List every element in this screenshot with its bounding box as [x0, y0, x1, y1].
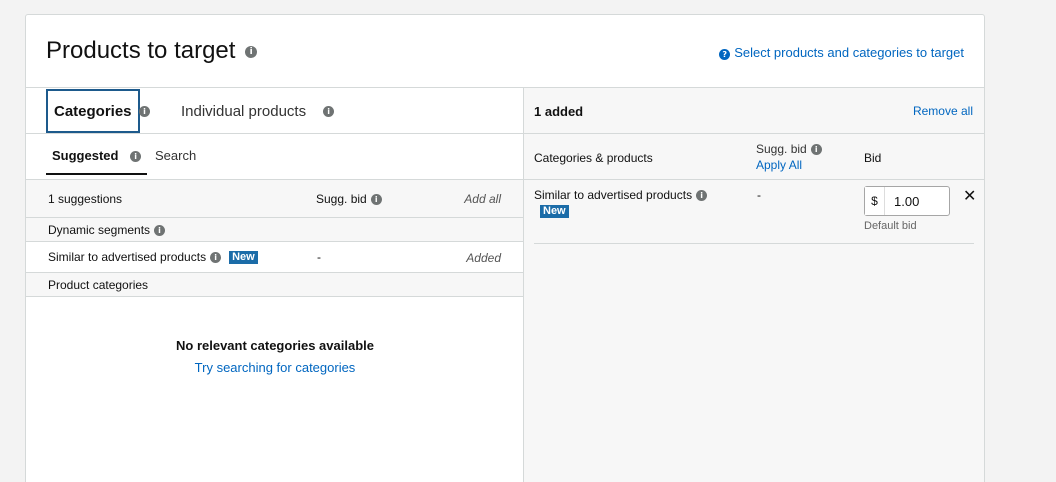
- remove-all-button[interactable]: Remove all: [913, 104, 973, 118]
- subtab-suggested-label[interactable]: Suggested: [52, 148, 118, 163]
- info-icon[interactable]: i: [139, 106, 150, 117]
- left-panel: Categories i Individual products i Sugge…: [26, 88, 524, 482]
- sugg-bid-label: Sugg. bid: [316, 192, 367, 206]
- col-sugg-bid: Sugg. bid i Apply All: [756, 142, 822, 172]
- section-dynamic-label: Dynamic segments: [48, 223, 151, 237]
- suggestions-table-header: 1 suggestions Sugg. bid i Add all: [26, 180, 523, 218]
- products-to-target-card: Products to target i ? Select products an…: [25, 14, 985, 482]
- added-row: Similar to advertised products i New - $ …: [534, 180, 976, 244]
- added-count: 1 added: [534, 104, 584, 119]
- section-dynamic-segments: Dynamic segments i: [26, 218, 523, 242]
- col-bid: Bid: [864, 151, 882, 165]
- new-badge: New: [229, 251, 258, 264]
- search-categories-link[interactable]: Try searching for categories: [26, 360, 524, 375]
- bid-input-group: $: [864, 186, 950, 216]
- section-product-categories: Product categories: [26, 273, 523, 297]
- empty-state: No relevant categories available Try sea…: [26, 338, 524, 375]
- page-title: Products to target i: [46, 37, 258, 65]
- question-circle-icon: ?: [719, 49, 731, 60]
- subtab-search[interactable]: Search: [155, 148, 196, 163]
- info-icon[interactable]: i: [696, 190, 708, 202]
- page-title-text: Products to target: [46, 37, 236, 64]
- info-icon[interactable]: i: [810, 144, 822, 156]
- info-icon[interactable]: i: [323, 105, 335, 117]
- col-categories-products: Categories & products: [534, 151, 653, 165]
- subtab-suggested[interactable]: Suggested i: [46, 148, 148, 175]
- row-name-text: Similar to advertised products: [48, 250, 207, 264]
- subtab-search-label[interactable]: Search: [155, 148, 196, 163]
- help-link[interactable]: ? Select products and categories to targe…: [719, 45, 964, 60]
- currency-symbol: $: [865, 187, 885, 215]
- info-icon[interactable]: i: [130, 151, 142, 163]
- new-badge: New: [540, 205, 569, 218]
- row-sugg-bid: -: [317, 250, 321, 264]
- card-header: Products to target i ? Select products an…: [26, 15, 984, 88]
- col-sugg-bid-label: Sugg. bid: [756, 142, 807, 156]
- subtab-bar: Suggested i Search: [26, 134, 523, 180]
- right-panel: 1 added Remove all Categories & products…: [524, 88, 984, 482]
- section-product-categories-label: Product categories: [48, 278, 149, 292]
- added-row-sugg-bid: -: [757, 188, 761, 202]
- row-status-added: Added: [466, 251, 501, 265]
- sugg-bid-header: Sugg. bid i: [316, 192, 382, 206]
- empty-state-title: No relevant categories available: [176, 338, 374, 353]
- added-row-name: Similar to advertised products i: [534, 188, 708, 202]
- added-table-header: Categories & products Sugg. bid i Apply A…: [524, 134, 984, 180]
- info-icon[interactable]: i: [245, 45, 258, 58]
- apply-all-button[interactable]: Apply All: [756, 158, 822, 172]
- row-name: Similar to advertised products i New: [48, 250, 258, 264]
- default-bid-note: Default bid: [864, 220, 917, 232]
- table-row: Similar to advertised products i New - Add…: [26, 242, 523, 273]
- close-icon[interactable]: ✕: [963, 186, 976, 205]
- suggestions-count: 1 suggestions: [48, 192, 123, 206]
- info-icon[interactable]: i: [210, 252, 222, 264]
- tab-categories-label[interactable]: Categories: [54, 103, 132, 120]
- tab-categories[interactable]: Categories: [46, 89, 140, 133]
- added-row-name-text: Similar to advertised products: [534, 188, 693, 202]
- added-header: 1 added Remove all: [524, 88, 984, 134]
- info-icon[interactable]: i: [370, 194, 382, 206]
- bid-input[interactable]: [885, 187, 949, 215]
- tab-individual-products-label[interactable]: Individual products: [181, 103, 306, 120]
- info-icon[interactable]: i: [154, 225, 166, 237]
- help-link-text[interactable]: Select products and categories to target: [734, 45, 964, 60]
- add-all-button[interactable]: Add all: [464, 192, 501, 206]
- tab-individual-products[interactable]: Individual products i: [181, 88, 335, 134]
- tab-bar: Categories i Individual products i: [26, 88, 523, 134]
